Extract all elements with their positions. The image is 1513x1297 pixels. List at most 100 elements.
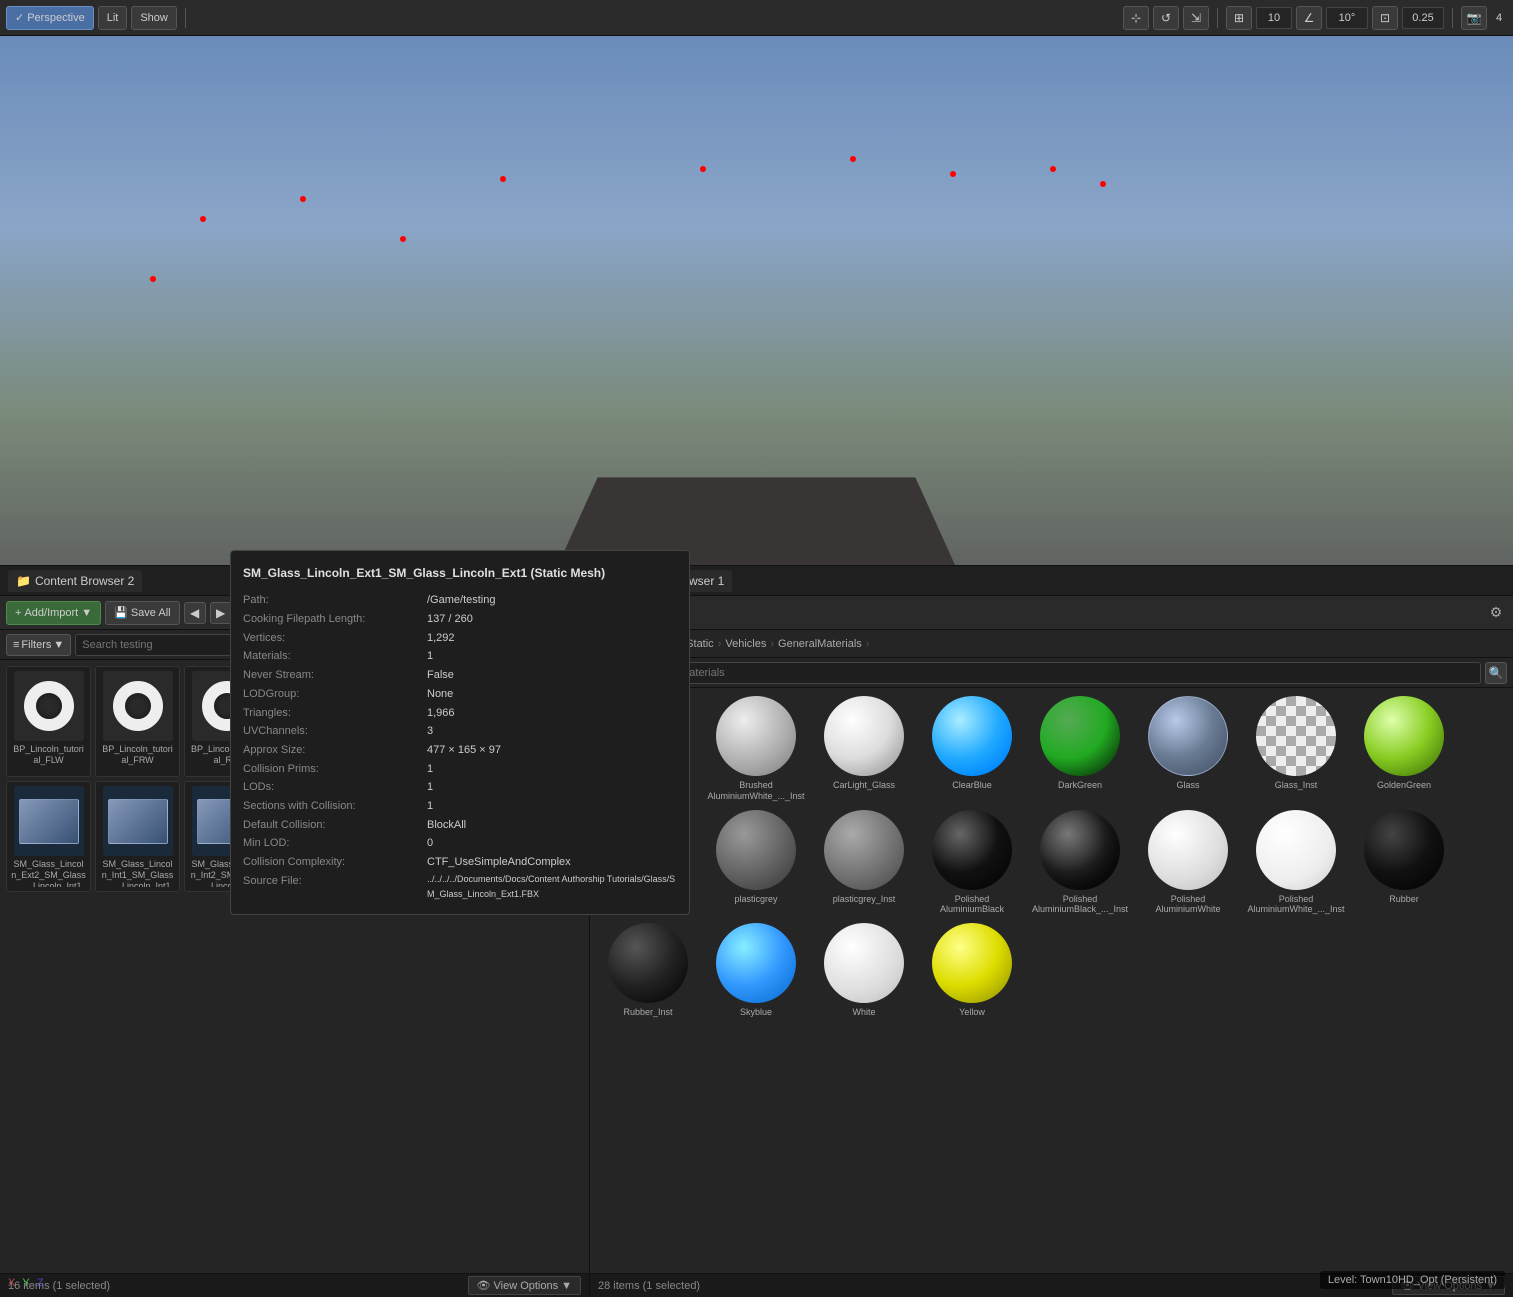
save-icon: 💾 [114,606,128,619]
mat-item[interactable]: GoldenGreen [1354,696,1454,802]
mat-thumbnail [1364,696,1444,776]
mat-thumbnail [932,923,1012,1003]
mat-item[interactable]: Polished AluminiumBlack [922,810,1022,916]
sep1 [185,8,186,28]
mat-thumbnail [1040,696,1120,776]
rotate-icon[interactable]: ↺ [1153,6,1179,30]
cb-view-options-btn[interactable]: 👁 View Options ▼ [468,1276,581,1295]
mat-item[interactable]: plasticgrey_Inst [814,810,914,916]
asset-label: SM_Glass_Lincoln_Int1_SM_Glass_..._Linco… [100,859,175,887]
mat-item[interactable]: CarLight_Glass [814,696,914,802]
cb-back-btn[interactable]: ◀ [184,602,206,624]
tooltip-row-collision-prims: Collision Prims: 1 [243,760,677,779]
camera-speed-icon[interactable]: 📷 [1461,6,1487,30]
sep2 [1217,8,1218,28]
mat-item[interactable]: Glass [1138,696,1238,802]
gizmo-dot [500,176,506,182]
gizmo-dot [200,216,206,222]
asset-item[interactable]: SM_Glass_Lincoln_Int1_SM_Glass_..._Linco… [95,781,180,892]
mat-label: Rubber [1389,894,1419,905]
mat-item[interactable]: Rubber_Inst [598,923,698,1018]
mat-label: Skyblue [740,1007,772,1018]
mat-label: Rubber_Inst [623,1007,672,1018]
gizmo-dot [950,171,956,177]
breadcrumb-sep: › [866,638,870,650]
mat-label: CarLight_Glass [833,780,895,791]
scale-snap-icon[interactable]: ⊡ [1372,6,1398,30]
snap-value[interactable]: 10 [1256,7,1292,29]
cb-tab[interactable]: 📁 Content Browser 2 [8,570,142,592]
asset-thumbnail [14,786,84,856]
tooltip-row-cooking: Cooking Filepath Length: 137 / 260 [243,610,677,629]
filter-icon: ≡ [13,639,19,651]
scale-icon[interactable]: ⇲ [1183,6,1209,30]
cb-save-all-btn[interactable]: 💾 Save All [105,601,179,625]
snap-icon[interactable]: ⊞ [1226,6,1252,30]
asset-label: BP_Lincoln_tutorial_FLW [11,744,86,766]
top-toolbar: ✓ Perspective Lit Show ⊹ ↺ ⇲ ⊞ 10 ∠ 10° … [0,0,1513,36]
mesh-icon [19,799,79,844]
cbr-item-count: 28 items (1 selected) [598,1280,700,1292]
show-btn[interactable]: Show [131,6,177,30]
mat-item[interactable]: Polished AluminiumBlack_..._Inst [1030,810,1130,916]
eye-icon: 👁 [477,1279,491,1292]
mat-item[interactable]: Yellow [922,923,1022,1018]
mat-label: Glass [1176,780,1199,791]
asset-item[interactable]: BP_Lincoln_tutorial_FLW [6,666,91,777]
breadcrumb-item-general[interactable]: GeneralMaterials [778,638,862,650]
tooltip-row-complexity: Collision Complexity: CTF_UseSimpleAndCo… [243,853,677,872]
breadcrumb: Content › Carla › Static › Vehicles › Ge… [590,630,1513,658]
level-indicator: Level: Town10HD_Opt (Persistent) [1320,1271,1505,1289]
asset-thumbnail [103,671,173,741]
view-options-label: View Options [494,1280,559,1292]
mat-label: plasticgrey [734,894,777,905]
breadcrumb-item-static[interactable]: Static [686,638,714,650]
cbr-search-icon[interactable]: 🔍 [1485,662,1507,684]
breadcrumb-item-vehicles[interactable]: Vehicles [725,638,766,650]
tooltip-row-uv: UVChannels: 3 [243,722,677,741]
mat-item[interactable]: Skyblue [706,923,806,1018]
lit-btn[interactable]: Lit [98,6,128,30]
transform-icon[interactable]: ⊹ [1123,6,1149,30]
mat-item[interactable]: plasticgrey [706,810,806,916]
mat-item[interactable]: White [814,923,914,1018]
mat-thumbnail [824,923,904,1003]
gizmo-dot [850,156,856,162]
add-import-btn[interactable]: + Add/Import ▼ [6,601,101,625]
mat-thumbnail [608,923,688,1003]
mat-label: Glass_Inst [1275,780,1318,791]
angle-value[interactable]: 10° [1326,7,1368,29]
filters-btn[interactable]: ≡ Filters ▼ [6,634,71,656]
cbr-settings-btn[interactable]: ⚙ [1485,602,1507,624]
perspective-label: Perspective [27,12,84,24]
mat-item[interactable]: ClearBlue [922,696,1022,802]
mat-item[interactable]: Glass_Inst [1246,696,1346,802]
add-icon: + [15,607,21,619]
mat-item[interactable]: Polished AluminiumWhite [1138,810,1238,916]
mat-item[interactable]: DarkGreen [1030,696,1130,802]
mat-thumbnail [824,810,904,890]
mat-item[interactable]: Rubber [1354,810,1454,916]
mat-label: Yellow [959,1007,985,1018]
tooltip-row-approx: Approx Size: 477 × 165 × 97 [243,741,677,760]
material-grid: Brushed AluminiumWhite Brushed Aluminium… [590,688,1513,1273]
asset-item[interactable]: SM_Glass_Lincoln_Ext2_SM_Glass_..._Linco… [6,781,91,892]
angle-icon[interactable]: ∠ [1296,6,1322,30]
cbr-search-input[interactable] [596,662,1481,684]
dropdown-arrow: ▼ [561,1280,572,1292]
gizmo-dot [700,166,706,172]
mat-item[interactable]: Polished AluminiumWhite_..._Inst [1246,810,1346,916]
tooltip-title: SM_Glass_Lincoln_Ext1_SM_Glass_Lincoln_E… [243,563,677,583]
mat-label: ClearBlue [952,780,992,791]
cb-tab-label: Content Browser 2 [35,574,134,588]
cb-forward-btn[interactable]: ▶ [210,602,232,624]
perspective-btn[interactable]: ✓ Perspective [6,6,94,30]
tooltip-row-min-lod: Min LOD: 0 [243,834,677,853]
scale-snap-value[interactable]: 0.25 [1402,7,1444,29]
asset-item[interactable]: BP_Lincoln_tutorial_FRW [95,666,180,777]
mat-item[interactable]: Brushed AluminiumWhite_..._Inst [706,696,806,802]
breadcrumb-sep: › [718,638,722,650]
mat-thumbnail [1148,696,1228,776]
add-import-label: Add/Import [24,607,78,619]
mat-thumbnail [932,810,1012,890]
